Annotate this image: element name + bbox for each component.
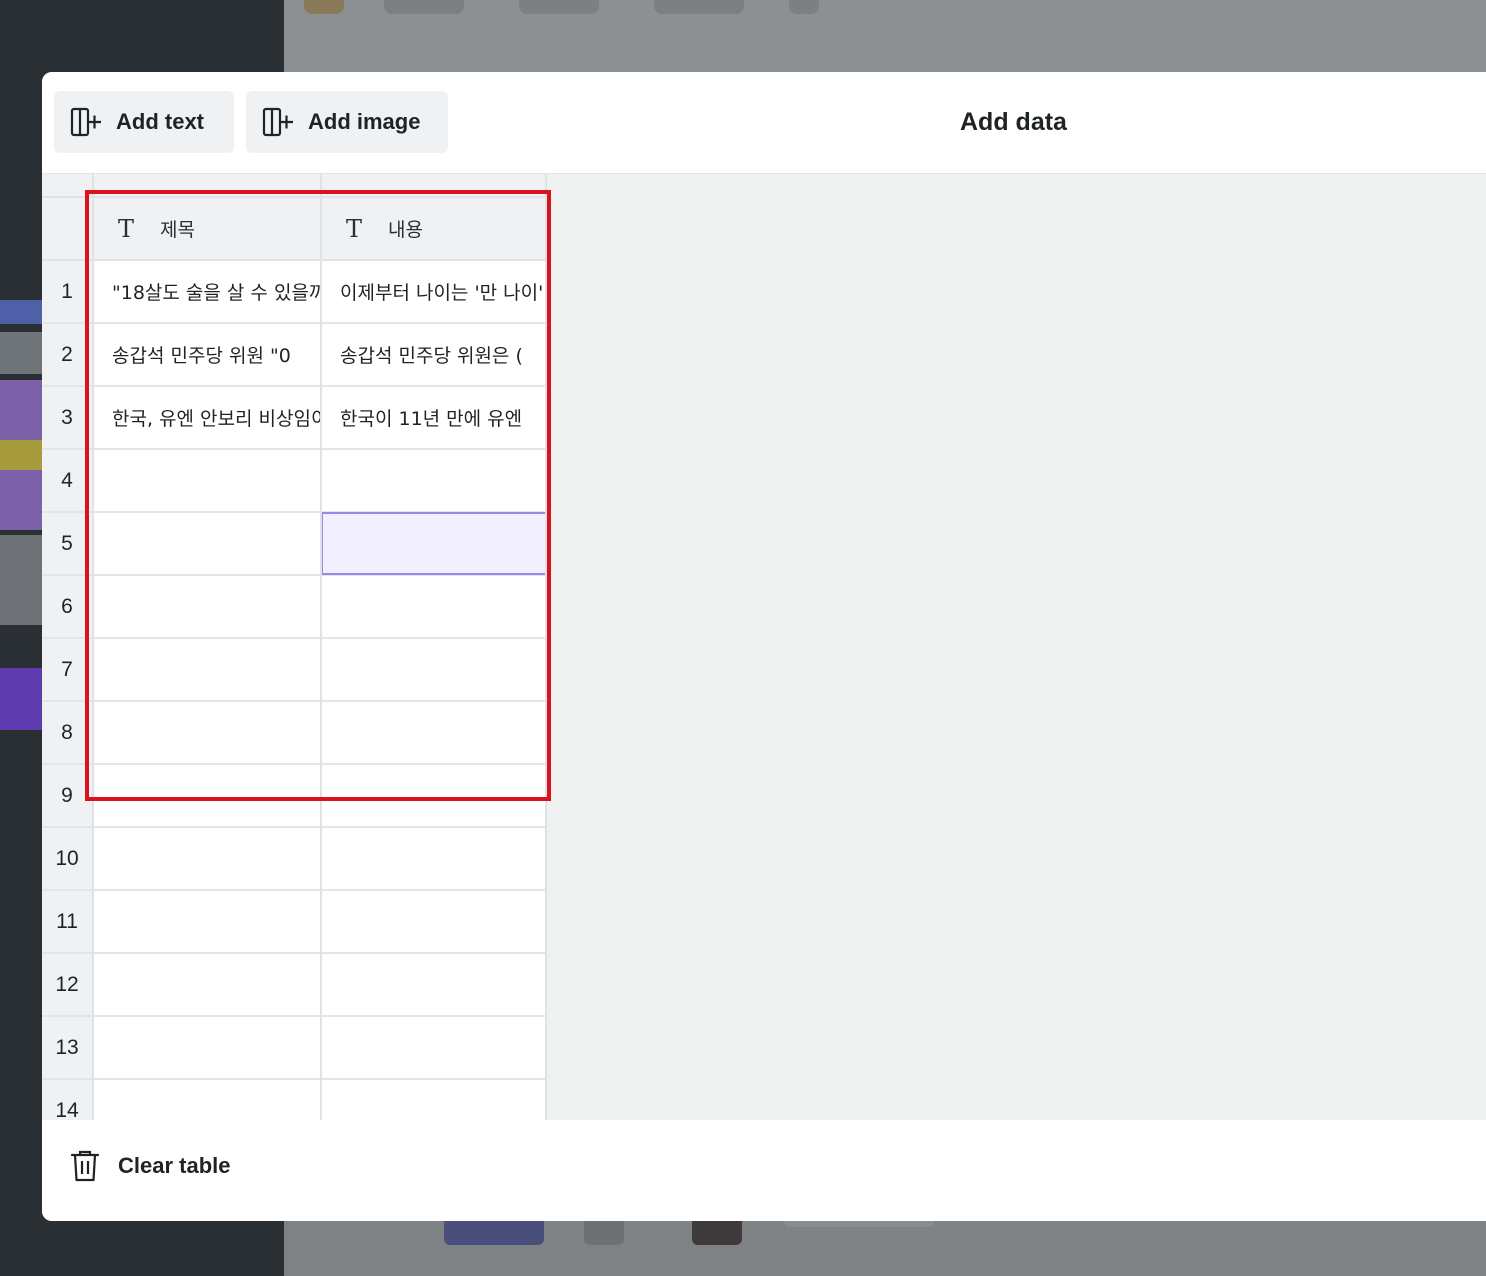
table-row: 9: [42, 765, 547, 828]
modal-footer: Clear table: [42, 1120, 1486, 1221]
table-cell-title[interactable]: [94, 702, 320, 763]
background-strip: [0, 668, 42, 730]
row-number[interactable]: 3: [42, 387, 92, 448]
table-row: 13: [42, 1017, 547, 1080]
add-image-button[interactable]: Add image: [246, 91, 448, 153]
table-cell-content[interactable]: [322, 450, 547, 511]
table-cell-content[interactable]: [322, 639, 547, 700]
data-table: T 제목 T 내용 1"18살도 술을 살 수 있을까?"이제부터 나이는 '만…: [42, 174, 547, 1120]
table-cell-content[interactable]: [322, 1080, 547, 1120]
add-text-button[interactable]: Add text: [54, 91, 234, 153]
background-strip: [0, 332, 42, 374]
table-cell-content[interactable]: [322, 765, 547, 826]
column-header-label: 내용: [388, 219, 423, 241]
table-row: 14: [42, 1080, 547, 1120]
add-text-label: Add text: [116, 109, 204, 134]
table-cell-title[interactable]: [94, 1017, 320, 1078]
table-row: 3한국, 유엔 안보리 비상임이사국한국이 11년 만에 유엔: [42, 387, 547, 450]
column-header-label: 제목: [160, 219, 195, 241]
column-header-content[interactable]: T 내용: [322, 198, 547, 259]
add-column-icon: [262, 107, 293, 137]
table-row: 4: [42, 450, 547, 513]
row-number[interactable]: 11: [42, 891, 92, 952]
add-image-label: Add image: [308, 109, 421, 134]
table-cell-title[interactable]: [94, 828, 320, 889]
table-cell-title[interactable]: [94, 639, 320, 700]
table-cell-title[interactable]: [94, 891, 320, 952]
table-cell-title[interactable]: 송갑석 민주당 위원 "0: [94, 324, 320, 385]
column-header-title[interactable]: T 제목: [94, 198, 320, 259]
table-cell-content[interactable]: [322, 954, 547, 1015]
table-cell-content[interactable]: 송갑석 민주당 위원은 (: [322, 324, 547, 385]
trash-icon: [70, 1150, 100, 1182]
table-row: 2 송갑석 민주당 위원 "0 송갑석 민주당 위원은 (: [42, 324, 547, 387]
table-row: 11: [42, 891, 547, 954]
row-number[interactable]: 8: [42, 702, 92, 763]
add-data-modal: Add text Add image Add data T 제목 T 내용 1 …: [42, 72, 1486, 1221]
background-toolbar: [284, 0, 1486, 72]
table-header-row: T 제목 T 내용: [42, 198, 547, 261]
background-strip: [0, 535, 42, 625]
table-cell-content[interactable]: [322, 702, 547, 763]
table-row: 7: [42, 639, 547, 702]
table-cell-title[interactable]: [94, 765, 320, 826]
table-cell-content[interactable]: 한국이 11년 만에 유엔: [322, 387, 547, 448]
table-row: 6: [42, 576, 547, 639]
table-row: 8: [42, 702, 547, 765]
table-row: 10: [42, 828, 547, 891]
table-cell-title[interactable]: 한국, 유엔 안보리 비상임이사국: [94, 387, 320, 448]
row-number[interactable]: 13: [42, 1017, 92, 1078]
row-number[interactable]: 2: [42, 324, 92, 385]
table-cell-content[interactable]: 이제부터 나이는 '만 나이': [322, 261, 547, 322]
table-cell-title[interactable]: [94, 576, 320, 637]
selected-cell[interactable]: [321, 512, 547, 575]
modal-header: Add text Add image Add data: [42, 72, 1486, 174]
table-area: T 제목 T 내용 1"18살도 술을 살 수 있을까?"이제부터 나이는 '만…: [42, 174, 1486, 1120]
row-number[interactable]: 12: [42, 954, 92, 1015]
grid-line: [320, 174, 322, 1120]
row-number[interactable]: 14: [42, 1080, 92, 1120]
clear-table-button[interactable]: Clear table: [70, 1146, 231, 1186]
table-cell-title[interactable]: [94, 450, 320, 511]
row-number[interactable]: 6: [42, 576, 92, 637]
table-cell-title[interactable]: [94, 954, 320, 1015]
background-strip: [0, 300, 42, 324]
table-cell-content[interactable]: [322, 828, 547, 889]
table-top-strip: [42, 174, 547, 198]
row-number[interactable]: 9: [42, 765, 92, 826]
row-number[interactable]: 7: [42, 639, 92, 700]
background-strip: [0, 440, 42, 470]
table-cell-content[interactable]: [322, 891, 547, 952]
table-cell-title[interactable]: [94, 1080, 320, 1120]
text-type-icon: T: [346, 214, 363, 243]
text-type-icon: T: [118, 214, 135, 243]
table-row: 1"18살도 술을 살 수 있을까?"이제부터 나이는 '만 나이': [42, 261, 547, 324]
row-number[interactable]: 1: [42, 261, 92, 322]
grid-line: [92, 174, 94, 1120]
row-number[interactable]: 4: [42, 450, 92, 511]
table-cell-title[interactable]: [94, 513, 320, 574]
background-timeline: [284, 1221, 1486, 1276]
table-cell-content[interactable]: [322, 576, 547, 637]
table-cell-content[interactable]: [322, 1017, 547, 1078]
row-number[interactable]: 5: [42, 513, 92, 574]
row-number[interactable]: 10: [42, 828, 92, 889]
clear-table-label: Clear table: [118, 1153, 231, 1178]
add-column-icon: [70, 107, 101, 137]
modal-title: Add data: [960, 108, 1067, 136]
table-cell-title[interactable]: "18살도 술을 살 수 있을까?": [94, 261, 320, 322]
grid-line: [545, 174, 547, 1120]
table-row: 12: [42, 954, 547, 1017]
